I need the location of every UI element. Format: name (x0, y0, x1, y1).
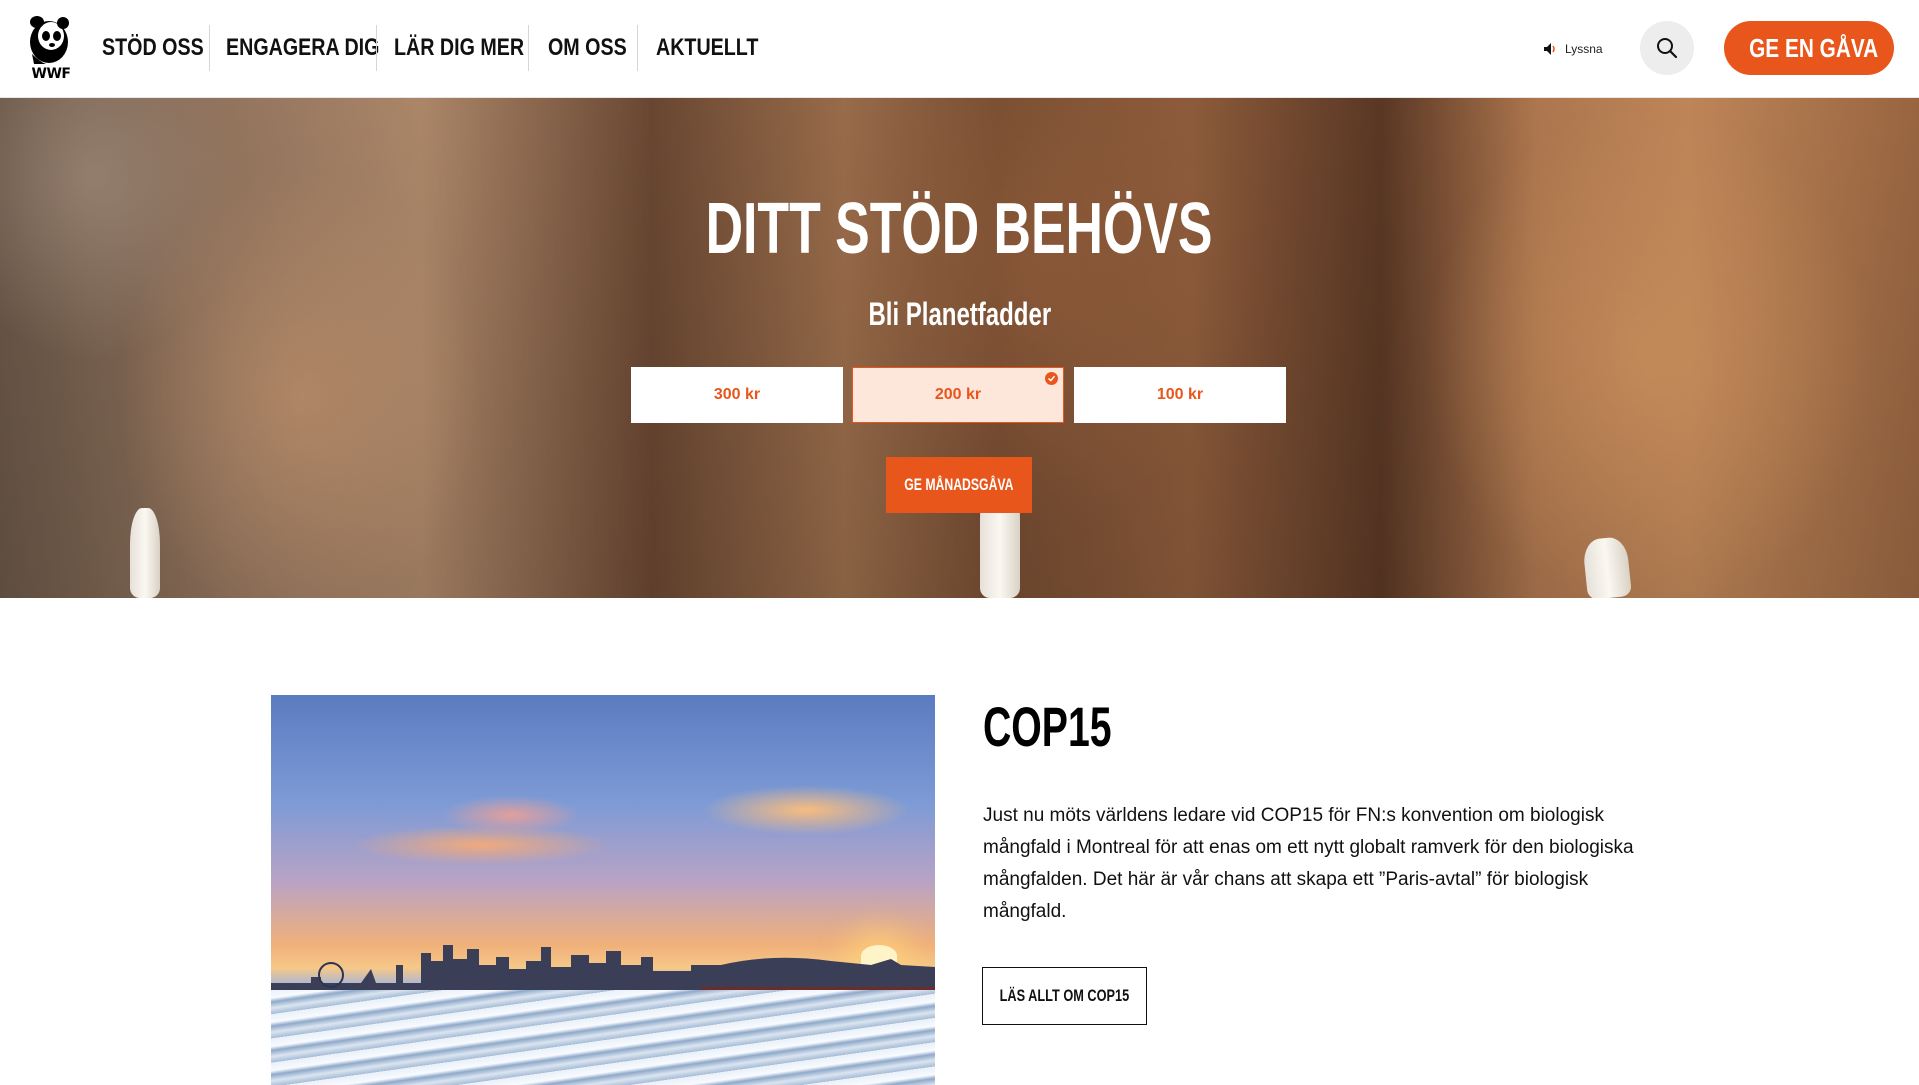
give-gift-button[interactable]: GE EN GÅVA (1724, 21, 1894, 75)
nav-item-aktuellt[interactable]: AKTUELLT (656, 25, 781, 71)
article-body: Just nu möts världens ledare vid COP15 f… (983, 805, 1634, 922)
site-header: WWF STÖD OSS ENGAGERA DIG LÄR DIG MER OM… (0, 0, 1919, 98)
listen-label: Lyssna (1565, 42, 1603, 56)
hero-background-image (0, 98, 1919, 598)
nav-divider (528, 25, 529, 71)
nav-divider (637, 25, 638, 71)
read-more-button[interactable]: LÄS ALLT OM COP15 (982, 967, 1147, 1025)
wwf-logo[interactable]: WWF (26, 14, 74, 82)
logo-text: WWF (31, 66, 71, 82)
hero-title: DITT STÖD BEHÖVS (706, 189, 1213, 269)
amount-option-200[interactable]: 200 kr (852, 367, 1064, 423)
amount-option-300[interactable]: 300 kr (631, 367, 843, 423)
montreal-skyline-image (271, 695, 935, 1085)
nav-item-stod-oss[interactable]: STÖD OSS (102, 25, 226, 71)
give-gift-label: GE EN GÅVA (1749, 32, 1879, 63)
check-icon (1045, 372, 1058, 385)
amount-option-100[interactable]: 100 kr (1074, 367, 1286, 423)
search-icon (1657, 38, 1678, 59)
search-button[interactable] (1640, 21, 1694, 75)
listen-button[interactable]: Lyssna (1543, 39, 1603, 59)
panda-icon (30, 16, 69, 64)
elephant-tusk (130, 508, 160, 598)
hero-banner: DITT STÖD BEHÖVS Bli Planetfadder 300 kr… (0, 98, 1919, 598)
nav-divider (209, 25, 210, 71)
frozen-river (271, 990, 935, 1085)
nav-item-engagera-dig[interactable]: ENGAGERA DIG (226, 25, 413, 71)
nav-divider (376, 25, 377, 71)
speaker-icon (1544, 43, 1555, 55)
monthly-gift-button[interactable]: GE MÅNADSGÅVA (886, 457, 1032, 513)
nav-item-om-oss[interactable]: OM OSS (548, 25, 644, 71)
hero-subtitle: Bli Planetfadder (868, 296, 1051, 332)
article-title: COP15 (983, 695, 1112, 758)
